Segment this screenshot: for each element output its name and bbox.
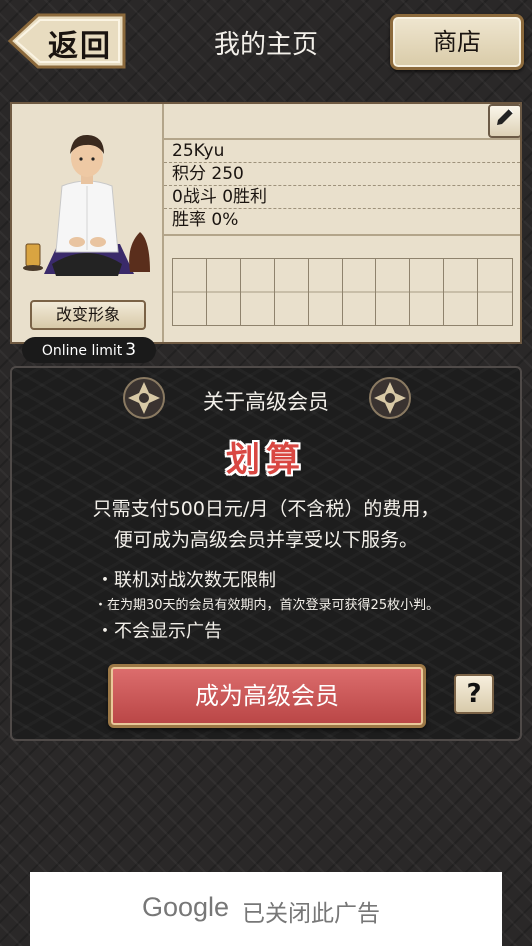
ad-banner: Google 已关闭此广告 bbox=[30, 872, 502, 946]
history-cell bbox=[410, 259, 445, 325]
premium-membership-panel: 关于高级会员 划算 只需支付500日元/月（不含税）的费用， 便可成为高级会员并… bbox=[10, 366, 522, 741]
avatar bbox=[23, 134, 150, 276]
rank-stat: 25Kyu bbox=[164, 140, 520, 163]
ad-closed-message: 已关闭此广告 bbox=[242, 901, 380, 927]
stats-list: 25Kyu 积分 250 0战斗 0胜利 胜率 0% bbox=[164, 140, 520, 236]
player-name bbox=[164, 104, 520, 140]
winrate-stat: 胜率 0% bbox=[164, 209, 520, 236]
history-cell bbox=[240, 259, 275, 325]
history-cell bbox=[444, 259, 479, 325]
become-premium-button[interactable]: 成为高级会员 bbox=[108, 664, 426, 728]
profile-card: 改变形象 25Kyu 积分 250 0战斗 0胜利 胜率 0% bbox=[10, 102, 522, 344]
match-history-grid bbox=[172, 258, 513, 326]
points-stat: 积分 250 bbox=[164, 163, 520, 186]
history-cell bbox=[308, 259, 343, 325]
description-line: 便可成为高级会员并享受以下服务。 bbox=[113, 529, 418, 551]
history-cell bbox=[376, 259, 411, 325]
history-cell bbox=[173, 259, 207, 325]
benefit-item: ・联机对战次数无限制 bbox=[96, 570, 276, 591]
history-cell bbox=[206, 259, 241, 325]
membership-description: 只需支付500日元/月（不含税）的费用， 便可成为高级会员并享受以下服务。 bbox=[12, 494, 520, 556]
online-limit-label: Online limit bbox=[41, 343, 123, 359]
google-logo: Google bbox=[142, 892, 230, 922]
membership-title: 关于高级会员 bbox=[203, 390, 329, 414]
online-limit-badge: Online limit 3 bbox=[22, 337, 156, 363]
description-line: 只需支付500日元/月（不含税）的费用， bbox=[92, 498, 440, 520]
benefit-note: ・在为期30天的会员有效期内，首次登录可获得25枚小判。 bbox=[94, 598, 440, 613]
edit-profile-button[interactable] bbox=[488, 104, 522, 138]
shop-button[interactable]: 商店 bbox=[390, 14, 524, 70]
benefits-list: ・联机对战次数无限制 ・在为期30天的会员有效期内，首次登录可获得25枚小判。 … bbox=[94, 566, 440, 646]
online-limit-value: 3 bbox=[125, 340, 137, 360]
battles-stat: 0战斗 0胜利 bbox=[164, 186, 520, 209]
history-cell bbox=[274, 259, 309, 325]
history-cell bbox=[342, 259, 377, 325]
bargain-label: 划算 bbox=[226, 440, 306, 480]
benefit-item: ・不会显示广告 bbox=[96, 621, 222, 642]
pencil-icon bbox=[497, 108, 514, 125]
history-cell bbox=[478, 259, 512, 325]
help-button[interactable]: ? bbox=[454, 674, 494, 714]
change-avatar-button[interactable]: 改变形象 bbox=[30, 300, 146, 330]
